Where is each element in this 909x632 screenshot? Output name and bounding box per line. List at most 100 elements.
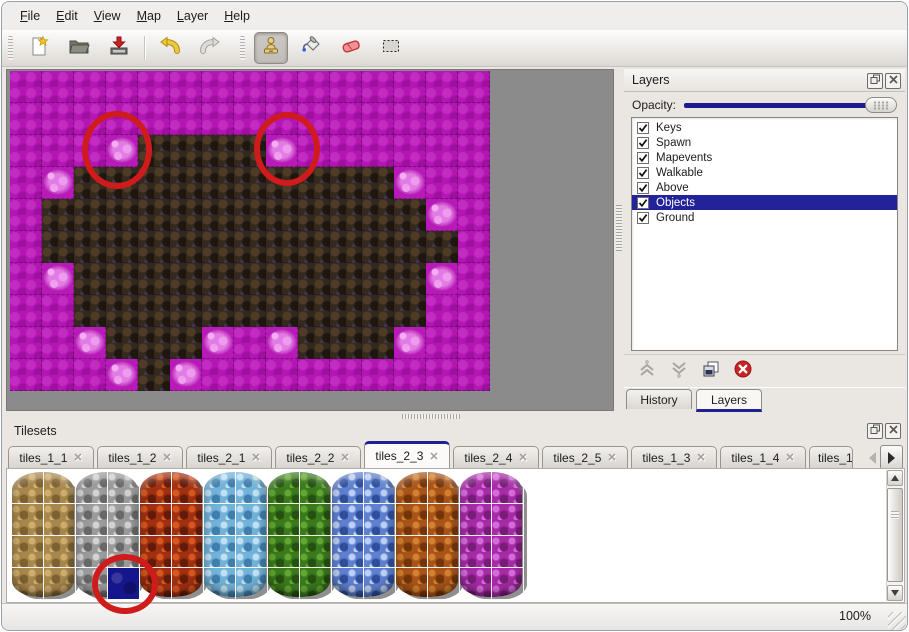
- map-tile[interactable]: [458, 199, 490, 231]
- menu-layer[interactable]: Layer: [169, 6, 216, 26]
- map-viewport[interactable]: [6, 69, 614, 411]
- map-tile[interactable]: [10, 167, 42, 199]
- map-tile[interactable]: [138, 359, 170, 391]
- map-tile[interactable]: [234, 199, 266, 231]
- map-tile[interactable]: [170, 263, 202, 295]
- tileset-tab-tiles_2_2[interactable]: tiles_2_2✕: [275, 446, 361, 468]
- map-tile[interactable]: [234, 295, 266, 327]
- map-tile[interactable]: [138, 327, 170, 359]
- map-tile[interactable]: [10, 199, 42, 231]
- dock-tab-layers[interactable]: Layers: [696, 389, 762, 412]
- map-tile[interactable]: [234, 71, 266, 103]
- map-tile[interactable]: [42, 199, 74, 231]
- map-tile[interactable]: [106, 327, 138, 359]
- tabs-scroll-right-button[interactable]: [880, 445, 903, 470]
- save-button[interactable]: [102, 32, 136, 64]
- duplicate-layer-button[interactable]: [700, 361, 722, 383]
- map-tile[interactable]: [330, 71, 362, 103]
- map-tile[interactable]: [394, 231, 426, 263]
- map-tile[interactable]: [330, 199, 362, 231]
- redo-button[interactable]: [193, 32, 227, 64]
- menu-help[interactable]: Help: [216, 6, 258, 26]
- map-tile[interactable]: [362, 199, 394, 231]
- map-tile[interactable]: [10, 103, 42, 135]
- map-tile[interactable]: [362, 135, 394, 167]
- layer-visibility-checkbox[interactable]: [637, 167, 649, 179]
- map-tile[interactable]: [234, 327, 266, 359]
- scrollbar-thumb[interactable]: [887, 488, 903, 582]
- map-tile[interactable]: [106, 295, 138, 327]
- map-tile[interactable]: [330, 295, 362, 327]
- opacity-slider-handle[interactable]: [865, 97, 897, 113]
- map-tile[interactable]: [10, 71, 42, 103]
- layer-visibility-checkbox[interactable]: [637, 137, 649, 149]
- map-tile[interactable]: [426, 167, 458, 199]
- map-tile[interactable]: [266, 359, 298, 391]
- layer-visibility-checkbox[interactable]: [637, 212, 649, 224]
- map-tile[interactable]: [426, 199, 458, 231]
- close-panel-button[interactable]: [885, 423, 901, 439]
- map-tile[interactable]: [330, 263, 362, 295]
- map-tile[interactable]: [42, 135, 74, 167]
- map-tile[interactable]: [42, 327, 74, 359]
- map-tile[interactable]: [202, 327, 234, 359]
- map-tile[interactable]: [330, 359, 362, 391]
- tab-close-icon[interactable]: ✕: [251, 451, 260, 464]
- map-tile[interactable]: [106, 71, 138, 103]
- map-tile[interactable]: [266, 231, 298, 263]
- tabs-scroll-left-button[interactable]: [863, 447, 881, 468]
- layer-row-ground[interactable]: Ground: [632, 210, 897, 225]
- map-tile[interactable]: [42, 263, 74, 295]
- tab-close-icon[interactable]: ✕: [518, 451, 527, 464]
- map-tile[interactable]: [362, 167, 394, 199]
- map-tile[interactable]: [74, 71, 106, 103]
- splitter-grip[interactable]: [616, 205, 622, 251]
- map-tile[interactable]: [266, 71, 298, 103]
- map-tile[interactable]: [298, 231, 330, 263]
- map-tile[interactable]: [202, 231, 234, 263]
- tileset-tab-tiles_2_3[interactable]: tiles_2_3✕: [364, 441, 450, 468]
- map-tile[interactable]: [138, 199, 170, 231]
- map-tile[interactable]: [458, 359, 490, 391]
- map-tile[interactable]: [42, 295, 74, 327]
- map-tile[interactable]: [10, 327, 42, 359]
- splitter-grip[interactable]: [402, 414, 460, 419]
- rect-select-tool-button[interactable]: [374, 32, 408, 64]
- map-tile[interactable]: [42, 167, 74, 199]
- tileset-scrollbar[interactable]: [886, 470, 903, 601]
- map-tile[interactable]: [426, 359, 458, 391]
- map-tile[interactable]: [10, 263, 42, 295]
- map-tile[interactable]: [330, 327, 362, 359]
- map-tile[interactable]: [266, 199, 298, 231]
- map-tile[interactable]: [170, 327, 202, 359]
- layer-row-keys[interactable]: Keys: [632, 120, 897, 135]
- map-tile[interactable]: [394, 103, 426, 135]
- tab-close-icon[interactable]: ✕: [696, 451, 705, 464]
- map-tile[interactable]: [394, 263, 426, 295]
- map-tile[interactable]: [394, 327, 426, 359]
- vertical-splitter[interactable]: [614, 69, 624, 411]
- map-tile[interactable]: [74, 327, 106, 359]
- tileset-view[interactable]: [6, 468, 905, 603]
- scroll-down-button[interactable]: [887, 585, 903, 601]
- tileset-tab-tiles_2_4[interactable]: tiles_2_4✕: [453, 446, 539, 468]
- map-tile[interactable]: [74, 295, 106, 327]
- map-tile[interactable]: [138, 263, 170, 295]
- map-tile[interactable]: [106, 231, 138, 263]
- map-tile[interactable]: [170, 103, 202, 135]
- map-tile[interactable]: [362, 71, 394, 103]
- map-tile[interactable]: [330, 103, 362, 135]
- menu-view[interactable]: View: [86, 6, 129, 26]
- map-tile[interactable]: [362, 359, 394, 391]
- tab-close-icon[interactable]: ✕: [785, 451, 794, 464]
- map-tile[interactable]: [298, 199, 330, 231]
- layer-visibility-checkbox[interactable]: [637, 197, 649, 209]
- map-tile[interactable]: [202, 199, 234, 231]
- map-tile[interactable]: [266, 263, 298, 295]
- map-tile[interactable]: [458, 231, 490, 263]
- map-tile[interactable]: [202, 263, 234, 295]
- toolbar-drag-handle[interactable]: [8, 36, 13, 60]
- layer-row-mapevents[interactable]: Mapevents: [632, 150, 897, 165]
- map-tile[interactable]: [298, 295, 330, 327]
- tileset-canvas[interactable]: [11, 471, 524, 600]
